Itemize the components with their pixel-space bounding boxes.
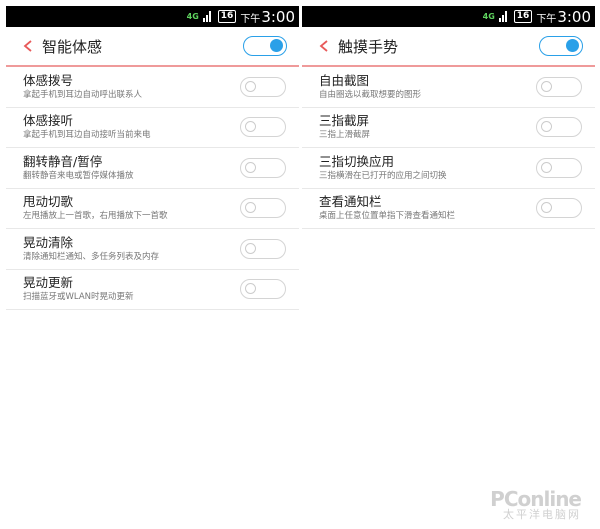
settings-row[interactable]: 体感拨号 拿起手机到耳边自动呼出联系人 <box>6 67 299 108</box>
settings-row-label: 翻转静音/暂停 <box>23 153 103 169</box>
settings-row-text: 体感接听 拿起手机到耳边自动接听当前来电 <box>23 113 151 141</box>
settings-row-description: 三指横滑在已打开的应用之间切换 <box>319 170 447 181</box>
settings-row-text: 晃动清除 清除通知栏通知、多任务列表及内存 <box>23 235 159 263</box>
battery-icon: 16 <box>513 10 533 23</box>
settings-row[interactable]: 三指截屏 三指上滑截屏 <box>302 108 595 148</box>
settings-row[interactable]: 晃动清除 清除通知栏通知、多任务列表及内存 <box>6 229 299 270</box>
settings-row-text: 体感拨号 拿起手机到耳边自动呼出联系人 <box>23 73 142 101</box>
watermark-brand: PConline <box>490 487 582 511</box>
status-bar: 4G 16 下午 3:00 <box>6 6 299 27</box>
settings-row-description: 桌面上任意位置单指下滑查看通知栏 <box>319 211 456 222</box>
status-ampm: 下午 <box>240 13 261 25</box>
settings-row-text: 翻转静音/暂停 翻转静音来电或暂停媒体播放 <box>23 154 134 182</box>
settings-row-description: 三指上滑截屏 <box>319 130 371 141</box>
page-header: 智能体感 <box>6 27 299 67</box>
settings-row-label: 晃动清除 <box>23 234 74 250</box>
settings-row-description: 左甩播放上一首歌，右甩播放下一首歌 <box>23 211 168 222</box>
settings-row[interactable]: 自由截图 自由圈选以截取想要的图形 <box>302 67 595 108</box>
status-time: 下午 3:00 <box>240 8 295 26</box>
toggle-switch[interactable] <box>240 279 286 300</box>
settings-row-text: 自由截图 自由圈选以截取想要的图形 <box>319 73 421 101</box>
signal-icon <box>498 11 507 22</box>
settings-list: 自由截图 自由圈选以截取想要的图形 三指截屏 三指上滑截屏 三指切换应用 三指横滑在已打开… <box>302 67 595 229</box>
watermark-logo: PConline 太平洋电脑网 <box>490 487 582 521</box>
settings-row-label: 体感拨号 <box>23 72 74 88</box>
back-button[interactable] <box>14 26 42 66</box>
settings-row-text: 晃动更新 扫描蓝牙或WLAN时晃动更新 <box>23 275 134 303</box>
left-screen: 4G 16 下午 3:00 智能体感 体感拨号 拿起手机到耳边自动呼出联系人 体感接… <box>6 6 299 529</box>
settings-row[interactable]: 体感接听 拿起手机到耳边自动接听当前来电 <box>6 108 299 148</box>
settings-row-label: 三指切换应用 <box>319 153 395 169</box>
settings-row[interactable]: 三指切换应用 三指横滑在已打开的应用之间切换 <box>302 148 595 189</box>
settings-row-text: 三指截屏 三指上滑截屏 <box>319 113 370 141</box>
settings-row[interactable]: 甩动切歌 左甩播放上一首歌，右甩播放下一首歌 <box>6 189 299 229</box>
status-clock: 3:00 <box>261 7 295 26</box>
master-toggle[interactable] <box>539 36 583 56</box>
toggle-switch[interactable] <box>536 198 582 219</box>
settings-row[interactable]: 翻转静音/暂停 翻转静音来电或暂停媒体播放 <box>6 148 299 189</box>
settings-row[interactable]: 晃动更新 扫描蓝牙或WLAN时晃动更新 <box>6 270 299 310</box>
settings-row-label: 晃动更新 <box>23 275 74 291</box>
watermark-sub: 太平洋电脑网 <box>503 508 581 521</box>
back-arrow-icon <box>319 40 328 52</box>
settings-row-description: 扫描蓝牙或WLAN时晃动更新 <box>23 292 134 303</box>
status-ampm: 下午 <box>536 13 557 25</box>
toggle-switch[interactable] <box>536 117 582 138</box>
toggle-switch[interactable] <box>240 76 286 97</box>
settings-row-text: 甩动切歌 左甩播放上一首歌，右甩播放下一首歌 <box>23 194 168 222</box>
status-clock: 3:00 <box>557 7 591 26</box>
network-type: 4G <box>186 11 199 21</box>
toggle-switch[interactable] <box>240 117 286 138</box>
toggle-switch[interactable] <box>536 76 582 97</box>
battery-icon: 16 <box>217 10 237 23</box>
settings-list: 体感拨号 拿起手机到耳边自动呼出联系人 体感接听 拿起手机到耳边自动接听当前来电 翻转静… <box>6 67 299 310</box>
settings-row-label: 甩动切歌 <box>23 194 74 210</box>
right-screen: 4G 16 下午 3:00 触摸手势 自由截图 自由圈选以截取想要的图形 三指截屏三… <box>302 6 595 529</box>
master-toggle[interactable] <box>243 36 287 56</box>
network-type: 4G <box>482 11 495 21</box>
settings-row-label: 自由截图 <box>319 72 370 88</box>
settings-row-label: 体感接听 <box>23 113 74 129</box>
settings-row-text: 查看通知栏 桌面上任意位置单指下滑查看通知栏 <box>319 194 455 222</box>
settings-row-description: 清除通知栏通知、多任务列表及内存 <box>23 251 160 262</box>
page-title: 触摸手势 <box>338 37 399 56</box>
settings-row[interactable]: 查看通知栏 桌面上任意位置单指下滑查看通知栏 <box>302 189 595 229</box>
settings-row-description: 翻转静音来电或暂停媒体播放 <box>23 170 134 181</box>
page-title: 智能体感 <box>42 37 103 56</box>
back-arrow-icon <box>23 40 32 52</box>
toggle-switch[interactable] <box>240 238 286 259</box>
settings-row-text: 三指切换应用 三指横滑在已打开的应用之间切换 <box>319 154 447 182</box>
toggle-switch[interactable] <box>536 157 582 178</box>
signal-icon <box>202 11 211 22</box>
settings-row-label: 查看通知栏 <box>319 194 382 210</box>
status-bar: 4G 16 下午 3:00 <box>302 6 595 27</box>
back-button[interactable] <box>310 26 338 66</box>
page-header: 触摸手势 <box>302 27 595 67</box>
settings-row-description: 拿起手机到耳边自动呼出联系人 <box>23 89 143 100</box>
settings-row-description: 自由圈选以截取想要的图形 <box>319 89 422 100</box>
settings-row-label: 三指截屏 <box>319 113 370 129</box>
status-time: 下午 3:00 <box>536 8 591 26</box>
settings-row-description: 拿起手机到耳边自动接听当前来电 <box>23 130 151 141</box>
toggle-switch[interactable] <box>240 157 286 178</box>
toggle-switch[interactable] <box>240 198 286 219</box>
